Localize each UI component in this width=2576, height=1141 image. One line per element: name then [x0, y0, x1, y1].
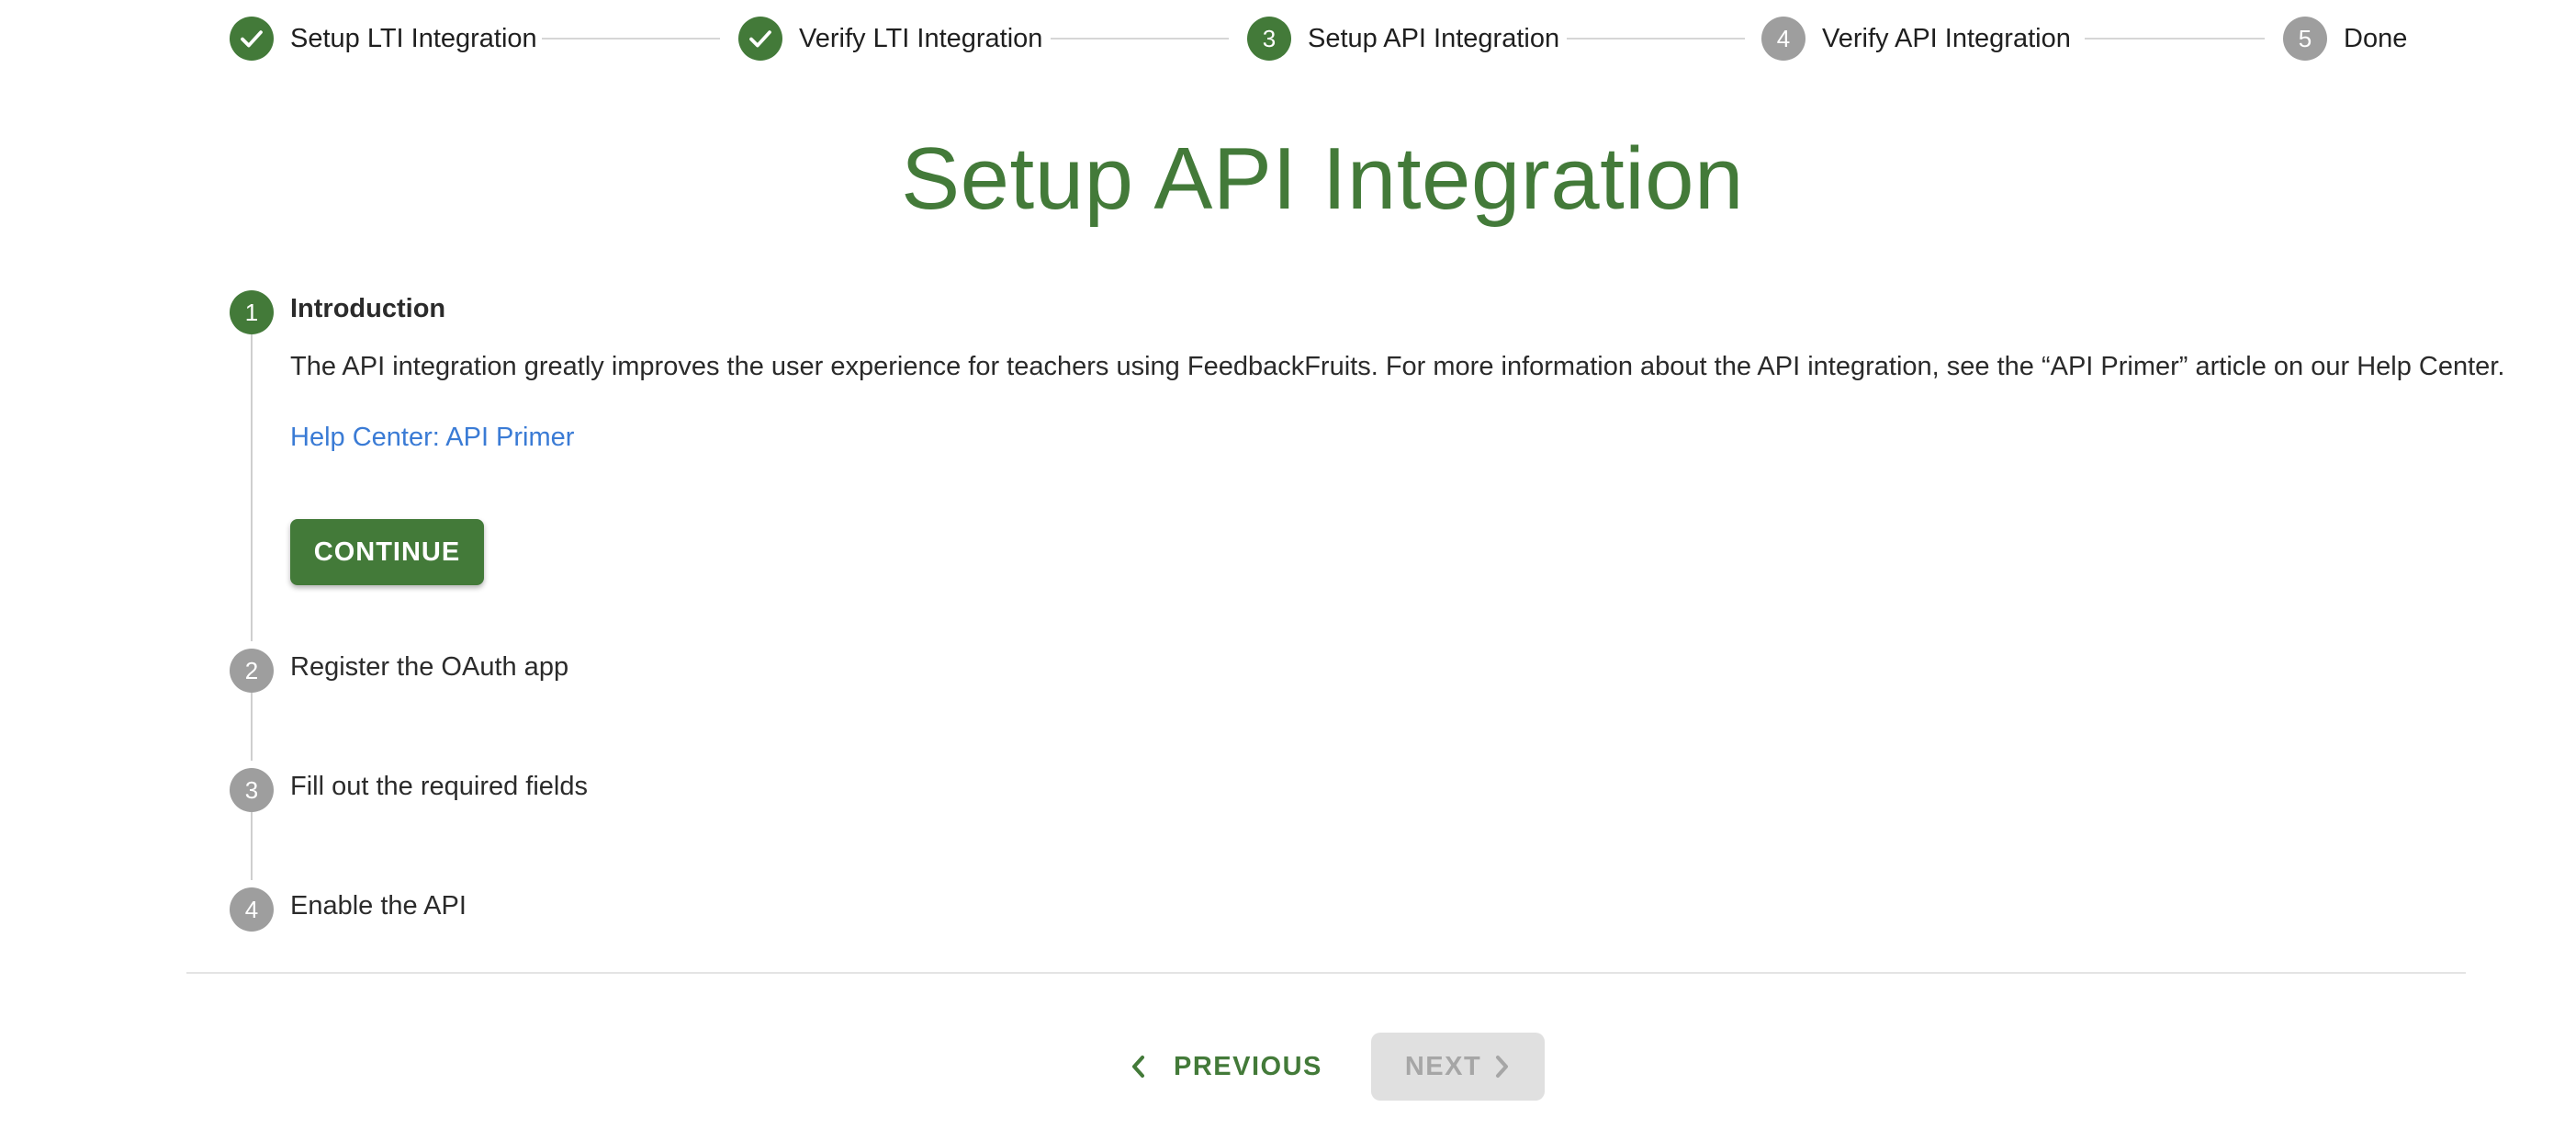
step-connector [251, 693, 253, 761]
previous-button[interactable]: PREVIOUS [1120, 1034, 1332, 1099]
top-step-verify-lti: Verify LTI Integration [738, 13, 1042, 64]
step-connector [542, 38, 720, 40]
step-connector [1051, 38, 1229, 40]
chevron-right-icon [1494, 1055, 1511, 1079]
step-number: 3 [1247, 17, 1291, 61]
top-step-label: Setup LTI Integration [290, 23, 537, 53]
previous-label: PREVIOUS [1174, 1051, 1322, 1081]
top-step-label: Done [2344, 23, 2408, 53]
substep-label-enable-api[interactable]: Enable the API [290, 891, 467, 921]
substep-number: 3 [230, 768, 274, 812]
continue-button[interactable]: CONTINUE [290, 519, 484, 585]
chevron-left-icon [1130, 1055, 1146, 1079]
page-title: Setup API Integration [901, 130, 1744, 228]
check-icon [230, 17, 274, 61]
step-connector [2085, 38, 2265, 40]
step-connector [251, 334, 253, 641]
top-step-verify-api: 4 Verify API Integration [1761, 13, 2071, 64]
intro-description: The API integration greatly improves the… [290, 352, 2505, 381]
top-step-done: 5 Done [2283, 13, 2407, 64]
footer-divider [186, 972, 2466, 974]
step-number: 4 [1761, 17, 1805, 61]
step-connector [1567, 38, 1745, 40]
top-step-label: Verify LTI Integration [799, 23, 1043, 53]
substep-label-register-oauth[interactable]: Register the OAuth app [290, 652, 568, 683]
top-step-label: Setup API Integration [1308, 23, 1560, 53]
substep-number: 2 [230, 649, 274, 693]
top-step-label: Verify API Integration [1822, 23, 2071, 53]
substep-label-introduction[interactable]: Introduction [290, 294, 445, 324]
help-center-link[interactable]: Help Center: API Primer [290, 423, 574, 453]
step-number: 5 [2283, 17, 2327, 61]
check-icon [738, 17, 782, 61]
next-button[interactable]: NEXT [1371, 1033, 1545, 1101]
substep-number: 1 [230, 290, 274, 334]
substep-label-fill-fields[interactable]: Fill out the required fields [290, 772, 588, 802]
top-step-setup-lti: Setup LTI Integration [230, 13, 537, 64]
step-connector [251, 812, 253, 880]
top-step-setup-api: 3 Setup API Integration [1247, 13, 1559, 64]
next-label: NEXT [1404, 1051, 1482, 1081]
substep-number: 4 [230, 887, 274, 932]
